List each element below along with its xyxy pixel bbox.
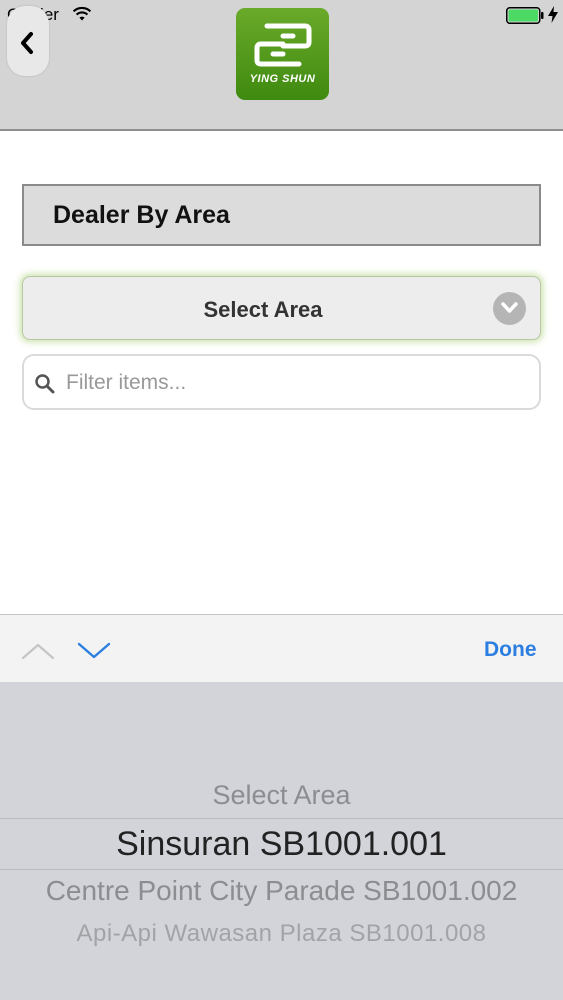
area-picker-wheel[interactable]: Select Area Sinsuran SB1001.001 Centre P… <box>0 682 563 1000</box>
select-area-label: Select Area <box>203 297 323 322</box>
picker-selection-top-line <box>0 818 563 819</box>
picker-option[interactable]: Select Area <box>0 780 563 811</box>
logo-text: YING SHUN <box>249 73 316 85</box>
picker-toolbar: Done <box>0 614 563 682</box>
back-button[interactable] <box>7 6 49 76</box>
filter-input[interactable] <box>66 368 526 398</box>
chevron-down-circle-icon <box>493 292 526 325</box>
search-icon <box>35 374 55 394</box>
page-title: Dealer By Area <box>53 201 230 229</box>
page-title-box: Dealer By Area <box>22 184 541 246</box>
app-header: Carrier 2:16 AM YING SHUN <box>0 0 563 131</box>
picker-option[interactable]: Api-Api Wawasan Plaza SB1001.008 <box>0 920 563 948</box>
chevron-up-icon[interactable] <box>20 639 56 663</box>
select-area-dropdown[interactable]: Select Area <box>22 276 541 340</box>
chevron-down-icon[interactable] <box>76 639 112 663</box>
charging-icon <box>548 6 558 23</box>
picker-option[interactable]: Centre Point City Parade SB1001.002 <box>0 875 563 907</box>
battery-icon <box>506 7 544 24</box>
chevron-left-icon <box>21 32 33 54</box>
done-button[interactable]: Done <box>484 638 537 662</box>
logo-mark-icon <box>254 23 312 67</box>
filter-field[interactable] <box>22 354 541 410</box>
picker-selection-bottom-line <box>0 869 563 870</box>
app-logo: YING SHUN <box>236 8 329 100</box>
picker-option-selected[interactable]: Sinsuran SB1001.001 <box>0 825 563 864</box>
